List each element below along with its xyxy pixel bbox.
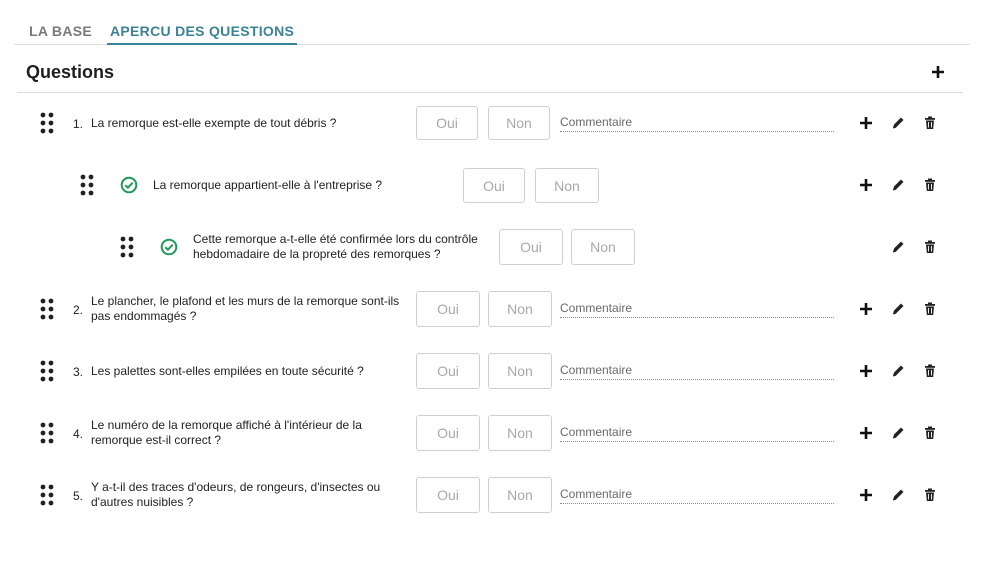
question-text: Y a-t-il des traces d'odeurs, de rongeur…: [91, 480, 381, 509]
edit-pencil-icon[interactable]: [890, 115, 906, 131]
question-row: 2. Le plancher, le plafond et les murs d…: [0, 284, 984, 334]
non-button[interactable]: Non: [488, 353, 552, 389]
add-subquestion-icon[interactable]: [858, 115, 874, 131]
drag-handle-icon[interactable]: [40, 422, 54, 444]
page-title: Questions: [26, 62, 115, 82]
question-text: La remorque est-elle exempte de tout déb…: [91, 116, 337, 130]
edit-pencil-icon[interactable]: [890, 239, 906, 255]
question-row: 3. Les palettes sont-elles empilées en t…: [0, 346, 984, 396]
oui-button[interactable]: Oui: [416, 415, 480, 451]
questions-header: Questions: [17, 52, 963, 93]
check-circle-icon: [120, 176, 138, 194]
delete-trash-icon[interactable]: [922, 115, 938, 131]
question-text: La remorque appartient-elle à l'entrepri…: [153, 178, 383, 192]
check-circle-icon: [160, 238, 178, 256]
question-number: 2.: [73, 303, 84, 317]
comment-field[interactable]: [560, 113, 834, 132]
edit-pencil-icon[interactable]: [890, 363, 906, 379]
drag-handle-icon[interactable]: [120, 236, 134, 258]
comment-field[interactable]: [560, 299, 834, 318]
non-button[interactable]: Non: [571, 229, 635, 265]
non-button[interactable]: Non: [488, 291, 552, 327]
question-number: 1.: [73, 117, 84, 131]
question-row: 1. La remorque est-elle exempte de tout …: [0, 98, 984, 148]
drag-handle-icon[interactable]: [40, 112, 54, 134]
comment-field[interactable]: [560, 423, 834, 442]
edit-pencil-icon[interactable]: [890, 425, 906, 441]
edit-pencil-icon[interactable]: [890, 487, 906, 503]
subquestion-row: Cette remorque a-t-elle été confirmée lo…: [0, 222, 984, 272]
question-number: 3.: [73, 365, 84, 379]
drag-handle-icon[interactable]: [40, 298, 54, 320]
edit-pencil-icon[interactable]: [890, 177, 906, 193]
tab-bar: LA BASE APERCU DES QUESTIONS: [14, 0, 970, 45]
delete-trash-icon[interactable]: [922, 425, 938, 441]
add-subquestion-icon[interactable]: [858, 301, 874, 317]
question-row: 4. Le numéro de la remorque affiché à l'…: [0, 408, 984, 458]
edit-pencil-icon[interactable]: [890, 301, 906, 317]
add-subquestion-icon[interactable]: [858, 177, 874, 193]
add-subquestion-icon[interactable]: [858, 487, 874, 503]
delete-trash-icon[interactable]: [922, 301, 938, 317]
add-subquestion-icon[interactable]: [858, 425, 874, 441]
non-button[interactable]: Non: [488, 415, 552, 451]
drag-handle-icon[interactable]: [80, 174, 94, 196]
add-subquestion-icon[interactable]: [858, 363, 874, 379]
question-text: Cette remorque a-t-elle été confirmée lo…: [193, 232, 478, 261]
delete-trash-icon[interactable]: [922, 363, 938, 379]
non-button[interactable]: Non: [488, 106, 550, 140]
question-number: 4.: [73, 427, 84, 441]
delete-trash-icon[interactable]: [922, 177, 938, 193]
oui-button[interactable]: Oui: [416, 106, 478, 140]
comment-field[interactable]: [560, 361, 834, 380]
oui-button[interactable]: Oui: [416, 291, 480, 327]
add-question-icon[interactable]: [929, 63, 947, 81]
question-row: 5. Y a-t-il des traces d'odeurs, de rong…: [0, 470, 984, 520]
oui-button[interactable]: Oui: [463, 168, 525, 203]
oui-button[interactable]: Oui: [499, 229, 563, 265]
oui-button[interactable]: Oui: [416, 477, 480, 513]
tab-apercu-des-questions[interactable]: APERCU DES QUESTIONS: [106, 23, 298, 45]
delete-trash-icon[interactable]: [922, 487, 938, 503]
question-text: Le numéro de la remorque affiché à l'int…: [91, 418, 362, 447]
tab-la-base[interactable]: LA BASE: [29, 23, 92, 39]
comment-field[interactable]: [560, 485, 834, 504]
delete-trash-icon[interactable]: [922, 239, 938, 255]
drag-handle-icon[interactable]: [40, 360, 54, 382]
question-text: Le plancher, le plafond et les murs de l…: [91, 294, 400, 323]
question-number: 5.: [73, 489, 84, 503]
non-button[interactable]: Non: [535, 168, 599, 203]
question-text: Les palettes sont-elles empilées en tout…: [91, 364, 364, 378]
drag-handle-icon[interactable]: [40, 484, 54, 506]
non-button[interactable]: Non: [488, 477, 552, 513]
subquestion-row: La remorque appartient-elle à l'entrepri…: [0, 160, 984, 210]
oui-button[interactable]: Oui: [416, 353, 480, 389]
